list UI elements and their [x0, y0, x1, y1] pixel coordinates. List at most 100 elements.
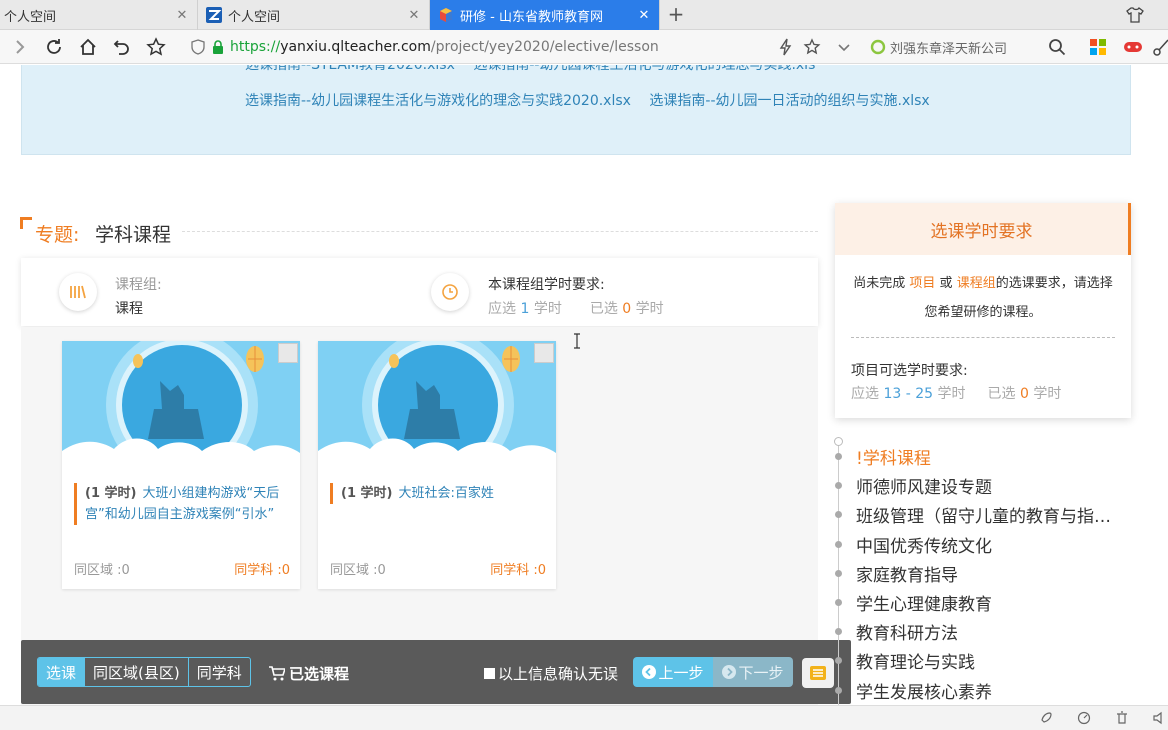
topic-item[interactable]: 班级管理（留守儿童的教育与指导）	[835, 503, 1118, 527]
search-icon[interactable]	[1047, 37, 1067, 57]
must-prefix: 应选	[851, 386, 879, 402]
address-bar[interactable]: https://yanxiu.qlteacher.com/project/yey…	[190, 34, 860, 60]
home-icon[interactable]	[78, 37, 98, 57]
topic-item[interactable]: 教育理论与实践	[835, 649, 1118, 673]
tab-personal-space-1[interactable]: 个人空间 ✕	[0, 0, 198, 30]
bookmark-star-icon[interactable]	[802, 37, 822, 57]
select-checkbox[interactable]	[278, 343, 298, 363]
topic-item-label: 学生发展核心素养	[856, 682, 992, 703]
close-icon[interactable]: ✕	[173, 8, 191, 23]
topic-item-label: !学科课程	[856, 448, 931, 469]
close-icon[interactable]: ✕	[405, 8, 423, 23]
topic-item-subject-courses[interactable]: !学科课程	[835, 445, 1118, 469]
shield-icon[interactable]	[190, 39, 206, 55]
apps-grid-icon[interactable]	[1088, 37, 1108, 57]
confirm-checkbox[interactable]: 以上信息确认无误	[484, 663, 618, 684]
tab-title: 研修 - 山东省教师教育网	[460, 9, 603, 25]
url-scheme: https://	[230, 39, 281, 55]
cart-icon	[269, 666, 285, 681]
selected-courses-button[interactable]: 已选课程	[269, 663, 349, 684]
topic-item-label: 师德师风建设专题	[856, 477, 992, 498]
browser-tab-bar: 个人空间 ✕ 个人空间 ✕ 研修 - 山东省教师教育网 ✕ +	[0, 0, 1168, 30]
chevron-down-icon[interactable]	[834, 37, 854, 57]
group-value: 课程	[115, 301, 143, 317]
speed-icon[interactable]	[1077, 711, 1091, 725]
search-engine-icon[interactable]	[868, 37, 888, 57]
next-step-button[interactable]: 下一步	[713, 657, 793, 687]
book-icon	[59, 273, 97, 311]
divider	[851, 337, 1115, 338]
news-headline[interactable]: 刘强东章泽天新公司	[890, 38, 1007, 57]
course-title[interactable]: (1 学时) 大班小组建构游戏“天后宫”和幼儿园自主游戏案例“引水”	[74, 483, 292, 525]
same-subject-count: 同学科 :0	[490, 563, 546, 578]
filter-same-region[interactable]: 同区域(县区)	[85, 658, 189, 686]
next-label: 下一步	[738, 663, 784, 682]
selected-value: 0	[1019, 386, 1029, 402]
guide-link[interactable]: 选课指南--幼儿园课程生活化与游戏化的理念与实践.xls	[473, 65, 815, 73]
undo-icon[interactable]	[112, 37, 132, 57]
lock-icon	[213, 40, 223, 54]
refresh-icon[interactable]	[44, 37, 64, 57]
topic-item[interactable]: 学生心理健康教育	[835, 591, 1118, 615]
same-subject-count: 同学科 :0	[234, 563, 290, 578]
step-buttons: 上一步 下一步	[633, 657, 793, 687]
project-link[interactable]: 项目	[909, 276, 935, 291]
topic-item[interactable]: 教育科研方法	[835, 620, 1118, 644]
bullet-icon	[835, 598, 842, 606]
guide-link[interactable]: 选课指南--STEAM教育2020.xlsx	[245, 65, 455, 73]
forward-icon[interactable]	[10, 37, 30, 57]
gamepad-icon[interactable]	[1123, 37, 1143, 57]
scissors-icon[interactable]	[1152, 37, 1168, 57]
tab-yanxiu[interactable]: 研修 - 山东省教师教育网 ✕	[430, 0, 660, 30]
checkbox[interactable]	[484, 668, 495, 679]
topic-item-label: 教育理论与实践	[856, 652, 975, 673]
course-hours: (1 学时)	[341, 486, 393, 501]
course-group-link[interactable]: 课程组	[957, 276, 996, 291]
filter-select-course[interactable]: 选课	[38, 658, 86, 686]
course-title[interactable]: (1 学时) 大班社会:百家姓	[330, 483, 548, 504]
divider	[182, 231, 818, 232]
course-name[interactable]: 大班社会:百家姓	[398, 486, 493, 501]
requirements-panel: 选课学时要求 尚未完成 项目 或 课程组的选课要求，请选择您希望研修的课程。 项…	[835, 203, 1131, 418]
requirements-header: 选课学时要求	[835, 203, 1131, 255]
course-stats: 同区域 :0 同学科 :0	[74, 559, 290, 578]
arrow-left-icon	[642, 665, 657, 679]
project-req-values: 应选 13 - 25 学时 已选 0 学时	[851, 383, 1061, 403]
must-value: 1	[520, 301, 530, 317]
close-icon[interactable]: ✕	[635, 8, 653, 23]
topic-item[interactable]: 中国优秀传统文化	[835, 533, 1118, 557]
guide-row-1: 选课指南--STEAM教育2020.xlsx 选课指南--幼儿园课程生活化与游戏…	[245, 65, 829, 74]
same-region-count: 同区域 :0	[74, 563, 130, 578]
clock-icon	[431, 273, 469, 311]
tab-personal-space-2[interactable]: 个人空间 ✕	[198, 0, 430, 30]
lightning-icon[interactable]	[776, 37, 796, 57]
menu-button[interactable]	[802, 658, 834, 688]
volume-icon[interactable]	[1152, 711, 1166, 725]
course-card[interactable]: (1 学时) 大班社会:百家姓 同区域 :0 同学科 :0	[318, 341, 556, 589]
topic-label: 专题:	[35, 224, 80, 246]
course-thumbnail	[62, 341, 300, 469]
course-card[interactable]: (1 学时) 大班小组建构游戏“天后宫”和幼儿园自主游戏案例“引水” 同区域 :0…	[62, 341, 300, 589]
url-host: yanxiu.qlteacher.com	[280, 39, 431, 55]
star-icon[interactable]	[146, 37, 166, 57]
new-tab-button[interactable]: +	[664, 3, 688, 27]
topic-item[interactable]: 学生发展核心素养	[835, 679, 1118, 703]
course-thumbnail	[318, 341, 556, 469]
select-checkbox[interactable]	[534, 343, 554, 363]
filter-same-subject[interactable]: 同学科	[189, 658, 250, 686]
topic-item[interactable]: 师德师风建设专题	[835, 474, 1118, 498]
bullet-icon	[835, 686, 842, 694]
requirements-note: 尚未完成 项目 或 课程组的选课要求，请选择您希望研修的课程。	[851, 269, 1115, 327]
trash-icon[interactable]	[1115, 711, 1129, 725]
guide-link[interactable]: 选课指南--幼儿园一日活动的组织与实施.xlsx	[649, 93, 929, 109]
corner-decoration	[20, 217, 32, 229]
tshirt-icon[interactable]	[1126, 6, 1144, 24]
tab-title: 个人空间	[228, 9, 281, 25]
guide-link[interactable]: 选课指南--幼儿园课程生活化与游戏化的理念与实践2020.xlsx	[245, 93, 631, 109]
tab-title: 个人空间	[4, 9, 57, 25]
prev-step-button[interactable]: 上一步	[633, 657, 713, 687]
rocket-icon[interactable]	[1038, 711, 1052, 725]
must-range: 13 - 25	[883, 386, 934, 402]
topic-navigation: !学科课程 师德师风建设专题 班级管理（留守儿童的教育与指导） 中国优秀传统文化…	[834, 437, 1135, 705]
topic-item[interactable]: 家庭教育指导	[835, 562, 1118, 586]
